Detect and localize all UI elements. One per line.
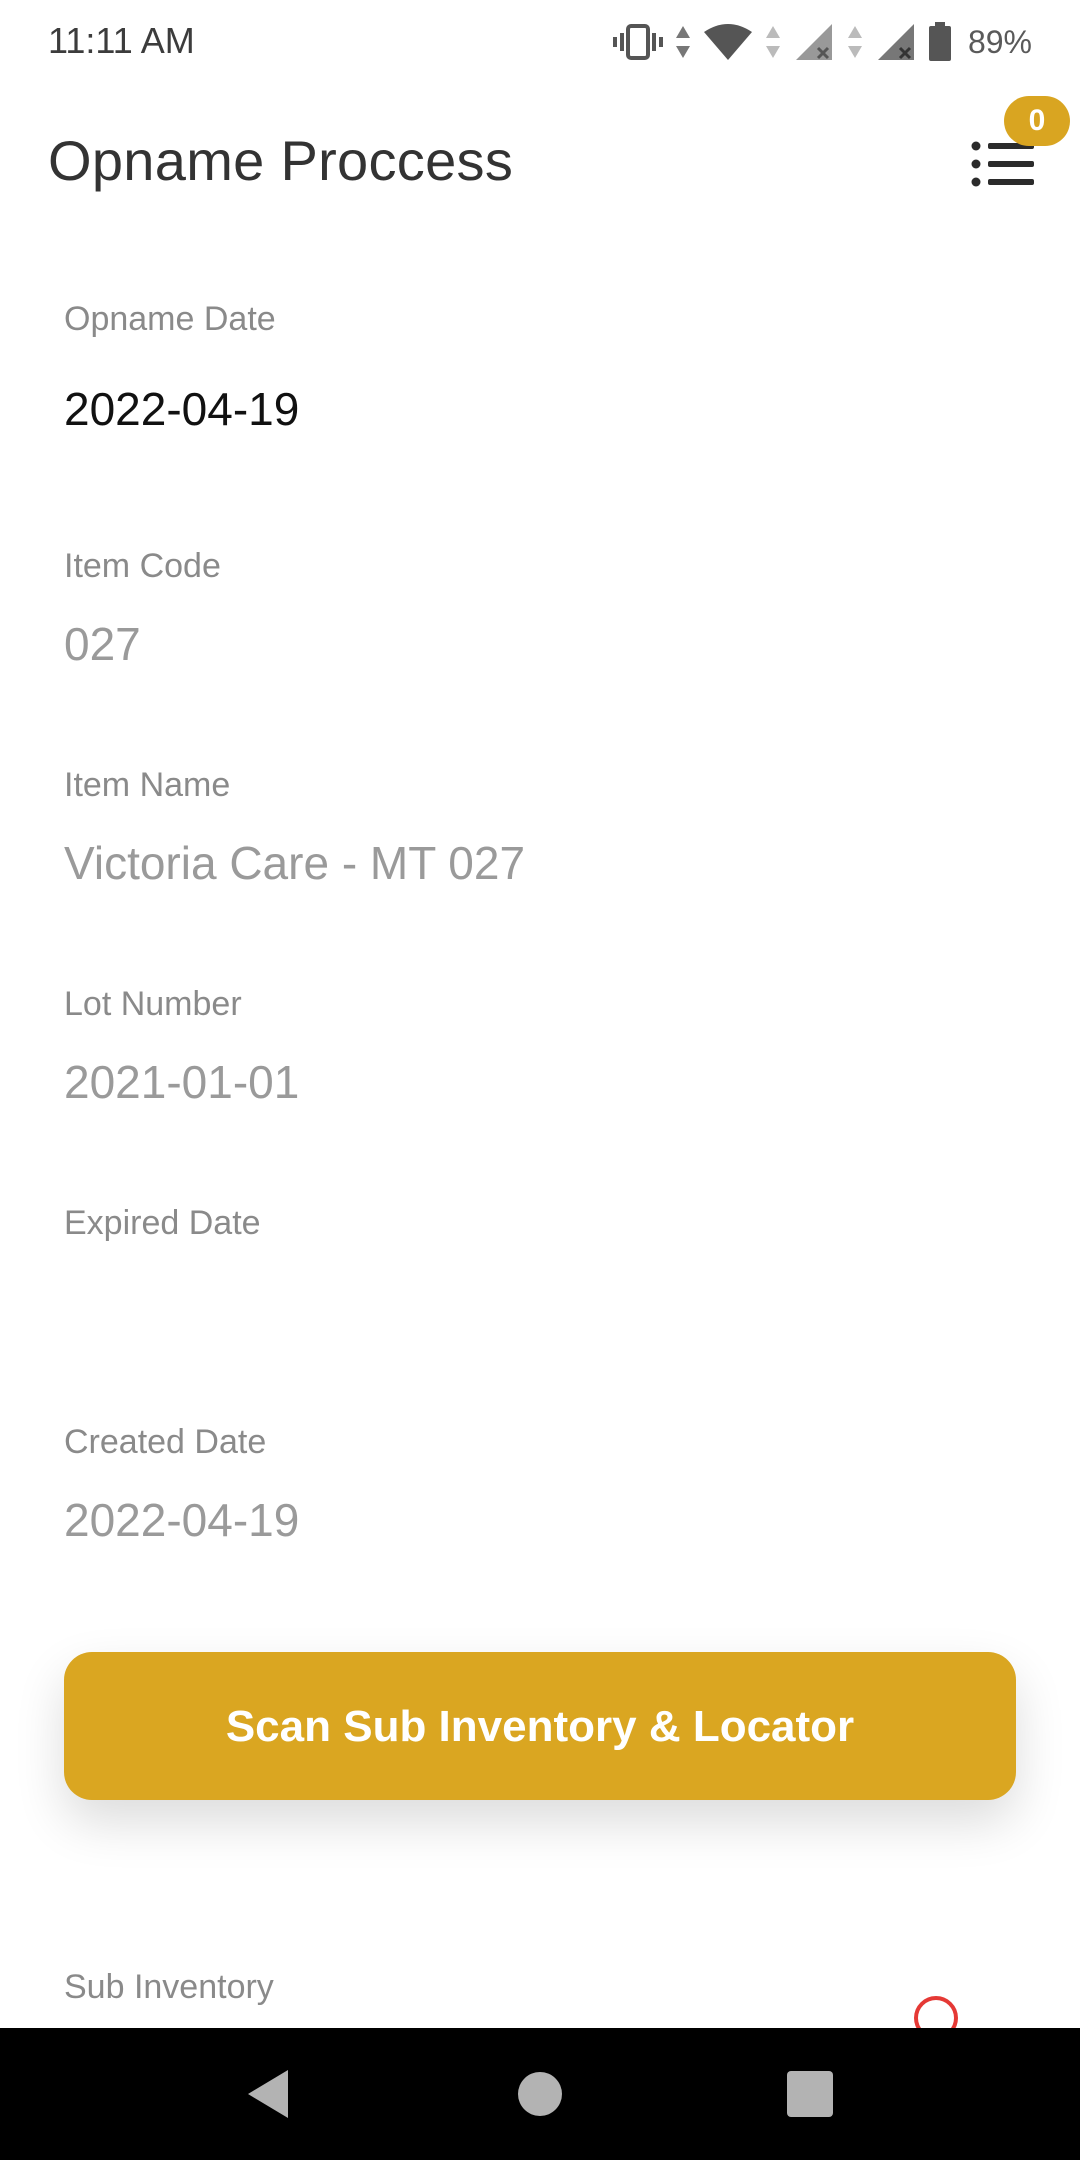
home-button[interactable] bbox=[494, 2048, 586, 2140]
lot-number-value: 2021-01-01 bbox=[64, 1056, 300, 1108]
item-name-value: Victoria Care - MT 027 bbox=[64, 837, 526, 889]
battery-percentage: 89% bbox=[967, 23, 1032, 60]
page-title: Opname Proccess bbox=[48, 129, 514, 192]
status-icons: 89% bbox=[612, 18, 1032, 66]
recents-icon bbox=[787, 2071, 833, 2117]
data-arrows-icon bbox=[764, 22, 782, 62]
signal-x-icon bbox=[874, 22, 918, 62]
expired-date-label: Expired Date bbox=[64, 1204, 261, 1242]
back-icon bbox=[248, 2070, 288, 2118]
created-date-label: Created Date bbox=[64, 1423, 267, 1461]
item-code-value: 027 bbox=[64, 618, 141, 670]
lot-number-label: Lot Number bbox=[64, 985, 242, 1023]
wifi-icon bbox=[702, 22, 754, 62]
opname-process-screen: 11:11 AM 89% Opname Proccess 0 Opname Da… bbox=[0, 0, 1080, 2160]
data-arrows-icon bbox=[674, 22, 692, 62]
sub-inventory-label: Sub Inventory bbox=[64, 1968, 274, 2006]
scan-sub-inventory-button[interactable]: Scan Sub Inventory & Locator bbox=[64, 1652, 1016, 1800]
recents-button[interactable] bbox=[764, 2048, 856, 2140]
vibrate-icon bbox=[612, 22, 664, 62]
opname-date-label: Opname Date bbox=[64, 300, 276, 338]
system-navigation-bar bbox=[0, 2028, 1080, 2160]
status-bar: 11:11 AM 89% bbox=[0, 0, 1080, 86]
data-arrows-icon bbox=[846, 22, 864, 62]
home-icon bbox=[518, 2072, 562, 2116]
battery-icon bbox=[928, 22, 952, 62]
created-date-value: 2022-04-19 bbox=[64, 1494, 300, 1546]
item-code-label: Item Code bbox=[64, 547, 221, 585]
notification-badge: 0 bbox=[1004, 96, 1070, 146]
status-time: 11:11 AM bbox=[48, 20, 195, 61]
signal-x-icon bbox=[792, 22, 836, 62]
item-name-label: Item Name bbox=[64, 766, 231, 804]
opname-date-field[interactable]: 2022-04-19 bbox=[64, 382, 299, 436]
back-button[interactable] bbox=[222, 2048, 314, 2140]
